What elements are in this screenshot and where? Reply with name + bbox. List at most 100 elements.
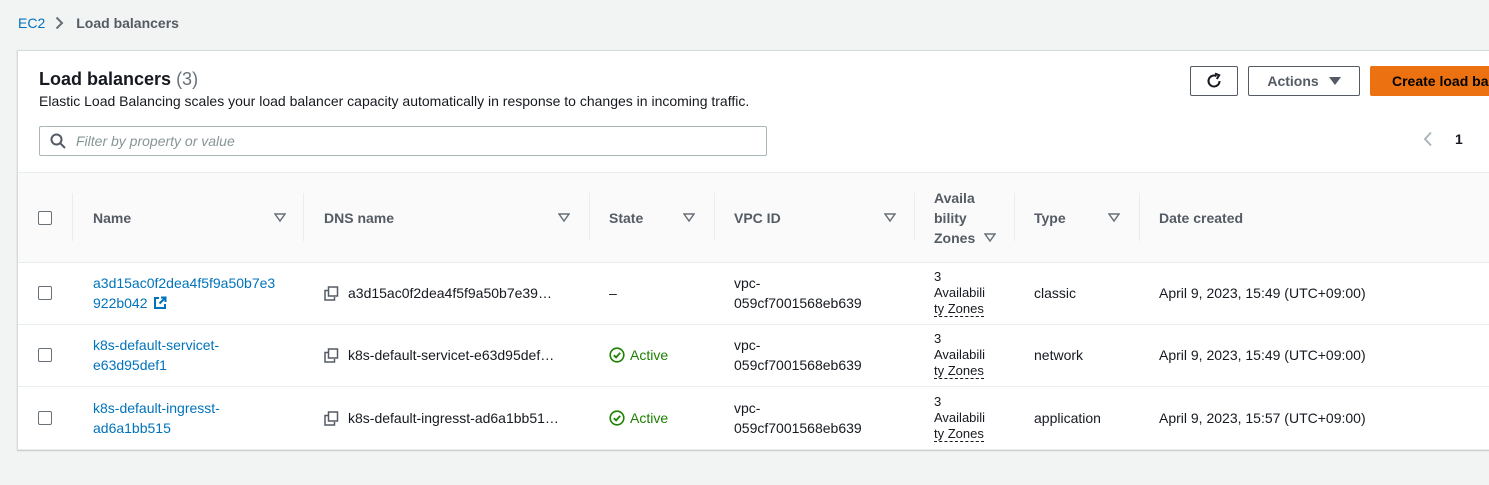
az-popover-trigger[interactable]: ty Zones — [934, 363, 984, 379]
status-active: Active — [609, 410, 668, 426]
create-load-balancer-button[interactable]: Create load ba — [1370, 66, 1489, 96]
dns-name: a3d15ac0f2dea4f5f9a50b7e39… — [348, 285, 552, 301]
check-circle-icon — [609, 410, 625, 426]
column-dns[interactable]: DNS name — [324, 173, 589, 262]
copy-icon[interactable] — [324, 285, 339, 301]
breadcrumb-ec2-link[interactable]: EC2 — [18, 15, 45, 31]
date-cell: April 9, 2023, 15:49 (UTC+09:00) — [1159, 324, 1459, 386]
vpc-line-2: 059cf7001568eb639 — [734, 295, 862, 311]
name-line-2: e63d95def1 — [93, 357, 167, 373]
title-count: (3) — [176, 69, 199, 89]
chevron-right-icon — [55, 16, 64, 30]
search-icon — [50, 133, 66, 149]
name-line-2: ad6a1bb515 — [93, 420, 171, 436]
sort-icon[interactable] — [683, 212, 695, 223]
name-line-2: 922b042 — [93, 295, 148, 311]
refresh-button[interactable] — [1190, 66, 1238, 96]
page-number[interactable]: 1 — [1455, 131, 1463, 147]
row-checkbox[interactable] — [38, 286, 52, 300]
vpc-line-1: vpc- — [734, 337, 761, 353]
dns-cell: k8s-default-servicet-e63d95def… — [324, 324, 589, 386]
table-row[interactable]: k8s-default-servicet- e63d95def1 k8s-def… — [18, 324, 1489, 387]
date-value: April 9, 2023, 15:49 (UTC+09:00) — [1159, 285, 1366, 301]
select-all-checkbox[interactable] — [38, 210, 52, 225]
vpc-line-2: 059cf7001568eb639 — [734, 357, 862, 373]
copy-icon[interactable] — [324, 410, 339, 426]
dns-cell: a3d15ac0f2dea4f5f9a50b7e39… — [324, 262, 589, 324]
az-line-2: Availabili — [934, 347, 986, 362]
vpc-line-1: vpc- — [734, 400, 761, 416]
az-cell: 3 Availabili ty Zones — [934, 324, 1014, 386]
date-cell: April 9, 2023, 15:57 (UTC+09:00) — [1159, 387, 1459, 449]
sort-icon[interactable] — [884, 212, 896, 223]
date-value: April 9, 2023, 15:49 (UTC+09:00) — [1159, 347, 1366, 363]
dns-name: k8s-default-servicet-e63d95def… — [348, 347, 555, 363]
title-text: Load balancers — [39, 69, 172, 89]
load-balancer-link[interactable]: k8s-default-ingresst- ad6a1bb515 — [93, 398, 220, 438]
column-date-label: Date created — [1159, 209, 1244, 226]
row-checkbox[interactable] — [38, 348, 52, 362]
breadcrumb: EC2 Load balancers — [18, 14, 179, 32]
sort-icon[interactable] — [558, 212, 570, 223]
az-count: 3 — [934, 394, 942, 409]
load-balancer-link[interactable]: a3d15ac0f2dea4f5f9a50b7e3 922b042 — [93, 273, 275, 313]
status-active: Active — [609, 347, 668, 363]
name-line-1: a3d15ac0f2dea4f5f9a50b7e3 — [93, 275, 276, 291]
state-cell: – — [609, 262, 714, 324]
column-date[interactable]: Date created — [1159, 173, 1359, 262]
name-line-1: k8s-default-ingresst- — [93, 400, 220, 416]
panel-description: Elastic Load Balancing scales your load … — [39, 93, 750, 109]
az-count: 3 — [934, 331, 942, 346]
date-value: April 9, 2023, 15:57 (UTC+09:00) — [1159, 410, 1366, 426]
type-cell: network — [1034, 324, 1139, 386]
name-cell: a3d15ac0f2dea4f5f9a50b7e3 922b042 — [93, 262, 303, 324]
state-cell: Active — [609, 387, 714, 449]
breadcrumb-current: Load balancers — [76, 15, 179, 31]
filter-box[interactable] — [39, 126, 767, 156]
load-balancer-link[interactable]: k8s-default-servicet- e63d95def1 — [93, 335, 219, 375]
chevron-left-icon[interactable] — [1423, 131, 1433, 147]
type-cell: classic — [1034, 262, 1139, 324]
az-popover-trigger[interactable]: ty Zones — [934, 426, 984, 442]
filter-input[interactable] — [74, 132, 766, 150]
az-popover-trigger[interactable]: ty Zones — [934, 301, 984, 317]
vpc-line-2: 059cf7001568eb639 — [734, 420, 862, 436]
column-az[interactable]: Availa bility Zones — [934, 173, 1014, 262]
page-title: Load balancers (3) — [39, 69, 198, 90]
actions-label: Actions — [1267, 73, 1319, 89]
sort-icon[interactable] — [984, 232, 997, 243]
column-az-label-1: Availa — [934, 189, 975, 206]
vpc-cell: vpc- 059cf7001568eb639 — [734, 324, 914, 386]
column-state[interactable]: State — [609, 173, 714, 262]
sort-icon[interactable] — [1108, 212, 1120, 223]
copy-icon[interactable] — [324, 347, 339, 363]
column-state-label: State — [609, 209, 644, 226]
column-type[interactable]: Type — [1034, 173, 1139, 262]
table-row[interactable]: a3d15ac0f2dea4f5f9a50b7e3 922b042 a3d15a… — [18, 262, 1489, 325]
table-row[interactable]: k8s-default-ingresst- ad6a1bb515 k8s-def… — [18, 387, 1489, 450]
column-name-label: Name — [93, 209, 132, 226]
caret-down-icon — [1328, 76, 1341, 86]
column-dns-label: DNS name — [324, 209, 395, 226]
column-name[interactable]: Name — [93, 173, 303, 262]
actions-button[interactable]: Actions — [1248, 66, 1360, 96]
state-value: Active — [630, 347, 669, 363]
pagination: 1 — [1423, 131, 1463, 147]
az-cell: 3 Availabili ty Zones — [934, 262, 1014, 324]
column-vpc[interactable]: VPC ID — [734, 173, 914, 262]
row-checkbox[interactable] — [38, 411, 52, 425]
type-cell: application — [1034, 387, 1139, 449]
create-label: Create load ba — [1392, 73, 1489, 89]
column-type-label: Type — [1034, 209, 1066, 226]
state-value: – — [609, 285, 617, 301]
select-all-cell — [38, 173, 58, 262]
vpc-line-1: vpc- — [734, 275, 761, 291]
sort-icon[interactable] — [274, 212, 286, 223]
dns-name: k8s-default-ingresst-ad6a1bb51… — [348, 410, 559, 426]
row-select-cell — [38, 387, 52, 449]
check-circle-icon — [609, 347, 625, 363]
refresh-icon — [1205, 72, 1223, 90]
row-select-cell — [38, 262, 52, 324]
az-count: 3 — [934, 269, 942, 284]
external-link-icon[interactable] — [153, 296, 167, 310]
